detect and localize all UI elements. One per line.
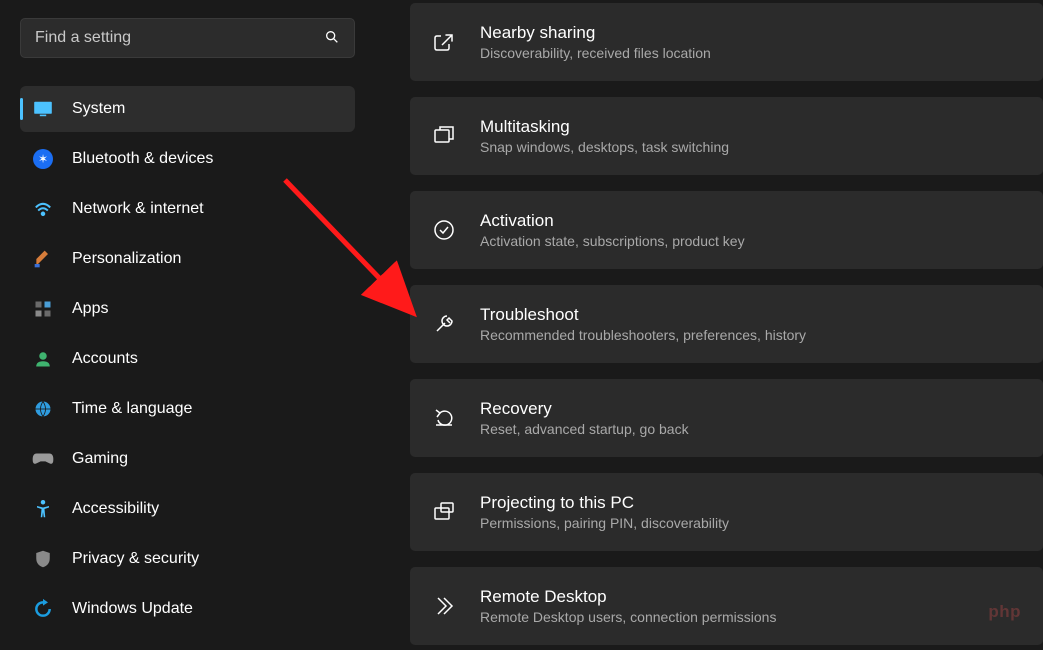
search-box[interactable]: [20, 18, 355, 58]
settings-card-troubleshoot[interactable]: Troubleshoot Recommended troubleshooters…: [410, 285, 1043, 363]
globe-clock-icon: [32, 398, 54, 420]
sidebar-item-personalization[interactable]: Personalization: [20, 236, 355, 282]
watermark: php: [988, 602, 1021, 622]
sidebar-item-windows-update[interactable]: Windows Update: [20, 586, 355, 632]
card-title: Multitasking: [480, 117, 1023, 137]
card-subtitle: Permissions, pairing PIN, discoverabilit…: [480, 515, 1023, 531]
paintbrush-icon: [32, 248, 54, 270]
card-title: Remote Desktop: [480, 587, 1023, 607]
search-icon: [324, 29, 340, 48]
card-subtitle: Activation state, subscriptions, product…: [480, 233, 1023, 249]
wrench-icon: [430, 310, 458, 338]
sidebar-item-label: Time & language: [72, 400, 192, 418]
settings-card-activation[interactable]: Activation Activation state, subscriptio…: [410, 191, 1043, 269]
card-subtitle: Discoverability, received files location: [480, 45, 1023, 61]
card-text: Remote Desktop Remote Desktop users, con…: [480, 587, 1023, 625]
card-text: Activation Activation state, subscriptio…: [480, 211, 1023, 249]
sidebar-item-label: Accounts: [72, 350, 138, 368]
sidebar-item-label: Bluetooth & devices: [72, 150, 213, 168]
settings-card-remote-desktop[interactable]: Remote Desktop Remote Desktop users, con…: [410, 567, 1043, 645]
update-icon: [32, 598, 54, 620]
card-title: Nearby sharing: [480, 23, 1023, 43]
sidebar-item-label: Personalization: [72, 250, 181, 268]
card-title: Projecting to this PC: [480, 493, 1023, 513]
share-icon: [430, 28, 458, 56]
card-text: Projecting to this PC Permissions, pairi…: [480, 493, 1023, 531]
sidebar-item-label: Apps: [72, 300, 108, 318]
sidebar-item-network-internet[interactable]: Network & internet: [20, 186, 355, 232]
sidebar-item-accounts[interactable]: Accounts: [20, 336, 355, 382]
settings-card-nearby-sharing[interactable]: Nearby sharing Discoverability, received…: [410, 3, 1043, 81]
projecting-icon: [430, 498, 458, 526]
card-text: Nearby sharing Discoverability, received…: [480, 23, 1023, 61]
sidebar-item-system[interactable]: System: [20, 86, 355, 132]
multitasking-icon: [430, 122, 458, 150]
card-title: Activation: [480, 211, 1023, 231]
card-subtitle: Reset, advanced startup, go back: [480, 421, 1023, 437]
person-icon: [32, 348, 54, 370]
display-icon: [32, 98, 54, 120]
card-text: Multitasking Snap windows, desktops, tas…: [480, 117, 1023, 155]
gamepad-icon: [32, 448, 54, 470]
settings-card-projecting[interactable]: Projecting to this PC Permissions, pairi…: [410, 473, 1043, 551]
sidebar: System ✶ Bluetooth & devices Network & i…: [0, 0, 380, 650]
card-text: Recovery Reset, advanced startup, go bac…: [480, 399, 1023, 437]
recovery-icon: [430, 404, 458, 432]
sidebar-item-label: System: [72, 100, 125, 118]
card-title: Recovery: [480, 399, 1023, 419]
card-subtitle: Remote Desktop users, connection permiss…: [480, 609, 1023, 625]
remote-desktop-icon: [430, 592, 458, 620]
settings-card-multitasking[interactable]: Multitasking Snap windows, desktops, tas…: [410, 97, 1043, 175]
apps-icon: [32, 298, 54, 320]
card-subtitle: Recommended troubleshooters, preferences…: [480, 327, 1023, 343]
card-title: Troubleshoot: [480, 305, 1023, 325]
sidebar-item-gaming[interactable]: Gaming: [20, 436, 355, 482]
accessibility-icon: [32, 498, 54, 520]
sidebar-item-label: Network & internet: [72, 200, 204, 218]
wifi-icon: [32, 198, 54, 220]
card-text: Troubleshoot Recommended troubleshooters…: [480, 305, 1023, 343]
sidebar-item-label: Windows Update: [72, 600, 193, 618]
sidebar-item-apps[interactable]: Apps: [20, 286, 355, 332]
checkmark-circle-icon: [430, 216, 458, 244]
sidebar-item-accessibility[interactable]: Accessibility: [20, 486, 355, 532]
sidebar-item-privacy-security[interactable]: Privacy & security: [20, 536, 355, 582]
card-subtitle: Snap windows, desktops, task switching: [480, 139, 1023, 155]
sidebar-item-label: Gaming: [72, 450, 128, 468]
sidebar-item-time-language[interactable]: Time & language: [20, 386, 355, 432]
sidebar-item-label: Privacy & security: [72, 550, 199, 568]
main-content: Nearby sharing Discoverability, received…: [380, 0, 1043, 650]
bluetooth-icon: ✶: [32, 148, 54, 170]
settings-card-recovery[interactable]: Recovery Reset, advanced startup, go bac…: [410, 379, 1043, 457]
sidebar-item-label: Accessibility: [72, 500, 159, 518]
shield-icon: [32, 548, 54, 570]
sidebar-item-bluetooth-devices[interactable]: ✶ Bluetooth & devices: [20, 136, 355, 182]
search-input[interactable]: [35, 29, 324, 47]
